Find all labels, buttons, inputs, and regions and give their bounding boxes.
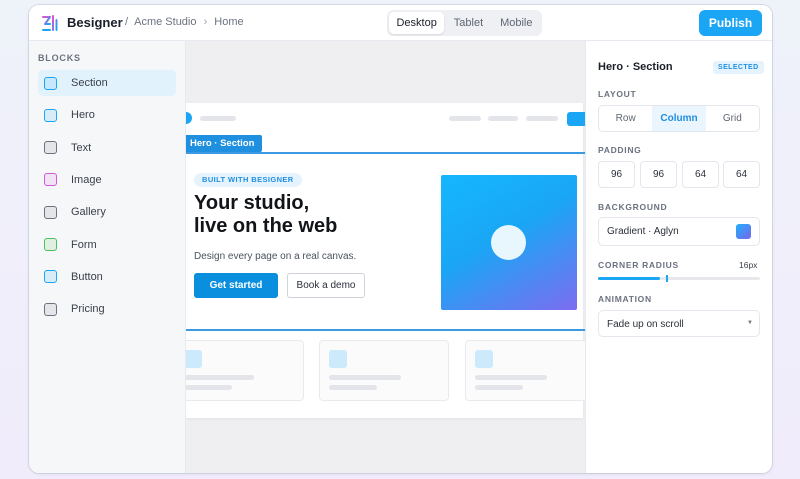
animation-select[interactable]: Fade up on scroll ▼ [598,310,760,337]
feature-card-icon [475,350,493,368]
top-bar: Besigner / Acme Studio › Home Desktop Ta… [29,5,772,41]
block-pricing-icon [44,302,57,316]
blocks-title: BLOCKS [38,53,81,63]
breadcrumb: / Acme Studio › Home [125,16,244,28]
sidebar-item-label: Pricing [71,303,105,316]
padding-left-input[interactable]: 64 [723,161,760,188]
besigner-logo-icon [42,15,58,31]
selection-tag[interactable]: Hero · Section [186,135,263,152]
feature-card[interactable] [319,340,449,401]
corner-radius-slider-fill [598,277,660,280]
feature-card-line [186,375,254,380]
preview-nav-link-bar [449,116,481,121]
device-desktop-button[interactable]: Desktop [389,12,445,34]
background-swatch[interactable] [736,224,751,239]
feature-card-line [186,385,232,390]
feature-card-line [475,385,523,390]
block-gallery-icon [44,205,57,219]
breadcrumb-workspace[interactable]: Acme Studio [134,16,196,28]
sidebar-item-label: Section [71,77,108,89]
hero-badge: BUILT WITH BESIGNER [194,173,302,187]
block-section-icon [44,76,57,90]
app-window: Besigner / Acme Studio › Home Desktop Ta… [29,5,772,473]
selected-badge: SELECTED [713,61,764,74]
hero-title[interactable]: Your studio, live on the web [194,192,337,238]
feature-card[interactable] [186,340,304,401]
block-text-icon [44,141,57,155]
layout-column-option[interactable]: Column [652,106,706,131]
hero-title-line1: Your studio, [194,192,310,214]
breadcrumb-separator: › [203,16,208,28]
hero-image[interactable] [441,175,577,310]
selection-outline-bottom [186,329,585,331]
block-button-icon [44,270,57,284]
corner-radius-slider-thumb[interactable] [665,275,668,282]
page-preview: Hero · Section BUILT WITH BESIGNER Your … [186,103,585,418]
properties-panel: Hero · Section SELECTED LAYOUT Row Colum… [585,41,772,473]
corner-radius-label: CORNER RADIUS [598,260,679,270]
publish-button[interactable]: Publish [699,10,762,36]
sidebar-item-label: Text [71,141,92,154]
feature-card-line [475,375,547,380]
sidebar-item-hero[interactable]: Hero [38,102,176,128]
hero-title-line2: live on the web [194,215,338,237]
layout-row-option[interactable]: Row [599,106,652,131]
feature-card-line [329,385,377,390]
padding-bottom-input[interactable]: 64 [682,161,719,188]
hero-subtitle[interactable]: Design every page on a real canvas. [194,251,356,262]
animation-value: Fade up on scroll [607,319,684,330]
layout-segmented-control: Row Column Grid [598,105,760,132]
layout-label: LAYOUT [598,89,637,99]
sidebar-item-pricing[interactable]: Pricing [38,296,176,322]
padding-label: PADDING [598,145,642,155]
preview-nav-link-bar [488,116,518,121]
preview-logo-icon [186,112,192,124]
feature-card-icon [186,350,202,368]
sidebar-item-label: Gallery [71,206,106,219]
layout-grid-option[interactable]: Grid [706,106,759,131]
padding-right-input[interactable]: 96 [640,161,677,188]
padding-top-input[interactable]: 96 [598,161,635,188]
block-form-icon [44,238,57,251]
preview-nav-link-bar [526,116,558,121]
get-started-button[interactable]: Get started [194,273,278,298]
corner-radius-value: 16px [739,260,758,270]
device-switcher: Desktop Tablet Mobile [387,10,542,36]
blocks-sidebar: BLOCKS Section Hero Text Image Gallery Form Bu… [29,41,186,473]
sidebar-item-label: Button [71,270,103,283]
block-image-icon [44,173,57,187]
animation-label: ANIMATION [598,294,652,304]
sidebar-item-gallery[interactable]: Gallery [38,199,176,225]
sidebar-item-label: Image [71,173,102,186]
sidebar-item-text[interactable]: Text [38,135,176,161]
sidebar-item-section[interactable]: Section [38,70,176,96]
design-canvas[interactable]: Hero · Section BUILT WITH BESIGNER Your … [186,41,585,473]
app-name: Besigner [67,15,123,30]
book-demo-button[interactable]: Book a demo [287,273,365,298]
sidebar-item-image[interactable]: Image [38,167,176,193]
feature-card-icon [329,350,347,368]
feature-card-line [329,375,401,380]
sidebar-item-label: Form [71,238,97,251]
panel-title: Hero · Section [598,61,673,73]
sidebar-item-label: Hero [71,109,95,122]
background-field[interactable]: Gradient · Aglyn [598,217,760,246]
preview-nav-button [567,112,585,126]
sidebar-item-button[interactable]: Button [38,264,176,290]
device-mobile-button[interactable]: Mobile [493,12,540,34]
background-value: Gradient · Aglyn [607,226,679,237]
block-hero-icon [44,108,57,122]
breadcrumb-prefix: / [125,16,129,28]
preview-nav-brand-bar [200,116,236,121]
breadcrumb-page[interactable]: Home [214,16,243,28]
feature-card[interactable] [465,340,585,401]
chevron-down-icon: ▼ [747,320,753,326]
corner-radius-slider[interactable] [598,275,760,282]
background-label: BACKGROUND [598,202,668,212]
hero-image-circle [491,225,526,260]
selection-outline-top [186,152,585,154]
sidebar-item-form[interactable]: Form [38,232,176,258]
device-tablet-button[interactable]: Tablet [446,12,490,34]
